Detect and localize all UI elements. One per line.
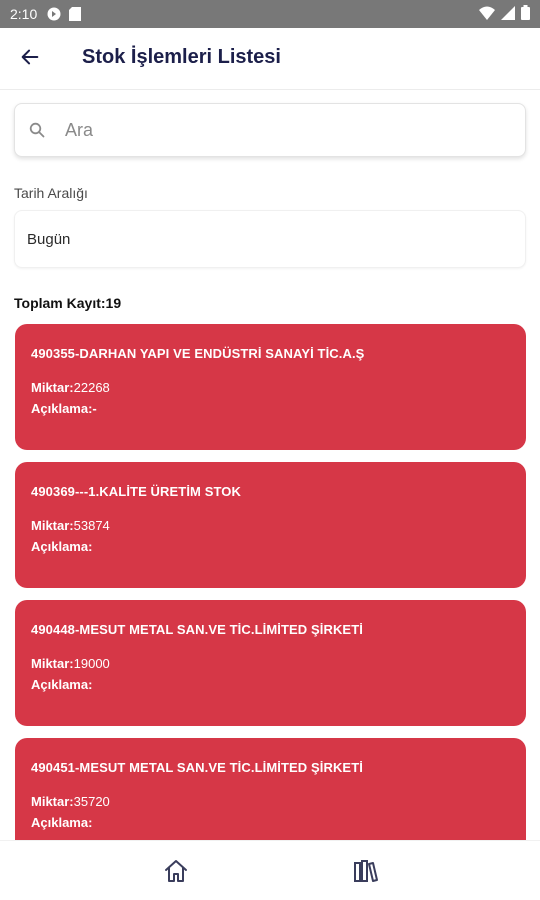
record-description: Açıklama: [31,539,510,554]
record-name: 490355-DARHAN YAPI VE ENDÜSTRİ SANAYİ Tİ… [31,346,365,361]
quantity-label: Miktar: [31,518,74,533]
record-card[interactable]: 490451-MESUT METAL SAN.VE TİC.LİMİTED Şİ… [15,738,526,840]
description-value: - [92,401,97,416]
page-title: Stok İşlemleri Listesi [82,46,281,68]
signal-icon [501,5,515,23]
record-card[interactable]: 490448-MESUT METAL SAN.VE TİC.LİMİTED Şİ… [15,600,526,726]
date-range-label: Tarih Aralığı [14,185,88,201]
search-box[interactable] [14,103,526,157]
nav-home-button[interactable] [161,858,191,888]
record-name: 490369---1.KALİTE ÜRETİM STOK [31,484,241,499]
record-quantity: Miktar:19000 [31,656,510,671]
quantity-label: Miktar: [31,380,74,395]
description-label: Açıklama: [31,815,93,830]
record-description: Açıklama: [31,815,510,830]
search-input[interactable] [65,119,485,141]
record-description: Açıklama: [31,677,510,692]
quantity-value: 35720 [73,794,110,809]
description-label: Açıklama: [31,677,93,692]
search-icon [27,120,47,140]
back-button[interactable] [14,43,46,75]
arrow-left-icon [19,46,41,73]
record-card[interactable]: 490355-DARHAN YAPI VE ENDÜSTRİ SANAYİ Tİ… [15,324,526,450]
app-bar: Stok İşlemleri Listesi [0,28,540,90]
record-quantity: Miktar:22268 [31,380,510,395]
status-icons [479,5,530,23]
quantity-value: 19000 [73,656,110,671]
date-range-field[interactable]: Bugün [14,210,526,268]
record-quantity: Miktar:35720 [31,794,510,809]
status-time: 2:10 [10,6,38,22]
description-label: Açıklama: [31,539,93,554]
quantity-value: 53874 [73,518,110,533]
home-icon [162,857,190,890]
status-bar: 2:10 [0,0,540,28]
date-range-value: Bugün [27,230,71,248]
records-list[interactable]: 490355-DARHAN YAPI VE ENDÜSTRİ SANAYİ Tİ… [15,324,526,840]
quantity-label: Miktar: [31,794,74,809]
record-card[interactable]: 490369---1.KALİTE ÜRETİM STOK Miktar:538… [15,462,526,588]
library-icon [352,857,380,890]
wifi-icon [479,6,495,23]
quantity-value: 22268 [73,380,110,395]
sim-card-icon [69,7,82,21]
record-description: Açıklama:- [31,401,510,416]
description-label: Açıklama: [31,401,93,416]
nav-library-button[interactable] [351,858,381,888]
record-name: 490451-MESUT METAL SAN.VE TİC.LİMİTED Şİ… [31,760,363,775]
notification-icon [47,7,61,21]
record-quantity: Miktar:53874 [31,518,510,533]
record-name: 490448-MESUT METAL SAN.VE TİC.LİMİTED Şİ… [31,622,363,637]
bottom-navigation [0,840,540,900]
total-records: Toplam Kayıt:19 [14,295,122,311]
quantity-label: Miktar: [31,656,74,671]
battery-icon [521,5,530,23]
